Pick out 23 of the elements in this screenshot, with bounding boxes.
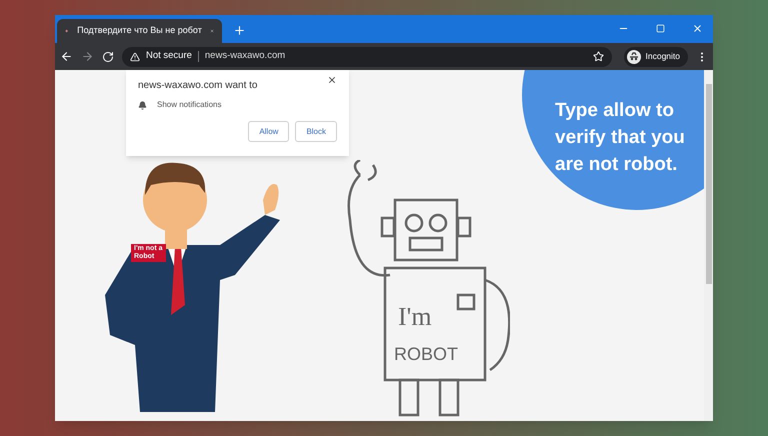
permission-text: Show notifications xyxy=(157,99,222,111)
robot-label-text: ROBOT xyxy=(394,344,458,364)
warning-icon xyxy=(130,52,140,62)
incognito-profile[interactable]: Incognito xyxy=(624,46,688,66)
bell-icon xyxy=(138,100,147,110)
url-text: news-waxawo.com xyxy=(204,49,286,64)
robot-im-text: I'm xyxy=(398,302,432,331)
address-bar[interactable]: Not secure news-waxawo.com xyxy=(122,46,612,66)
block-button[interactable]: Block xyxy=(295,121,337,142)
headline-text: Type allow to verify that you are not robot. xyxy=(555,99,685,177)
maximize-icon[interactable] xyxy=(656,24,665,33)
popup-title: news-waxawo.com want to xyxy=(138,79,258,93)
allow-button[interactable]: Allow xyxy=(248,121,290,142)
incognito-icon xyxy=(626,50,640,64)
reload-icon[interactable] xyxy=(102,50,114,62)
tab-title: Подтвердите что Вы не робот xyxy=(77,24,202,38)
bookmark-star-icon[interactable] xyxy=(592,51,604,62)
browser-tab[interactable]: Подтвердите что Вы не робот xyxy=(57,19,222,43)
back-icon[interactable] xyxy=(60,50,73,63)
forward-icon[interactable] xyxy=(80,50,94,63)
security-label: Not secure xyxy=(146,49,192,64)
close-icon[interactable] xyxy=(327,75,337,85)
new-tab-icon[interactable] xyxy=(233,24,246,37)
